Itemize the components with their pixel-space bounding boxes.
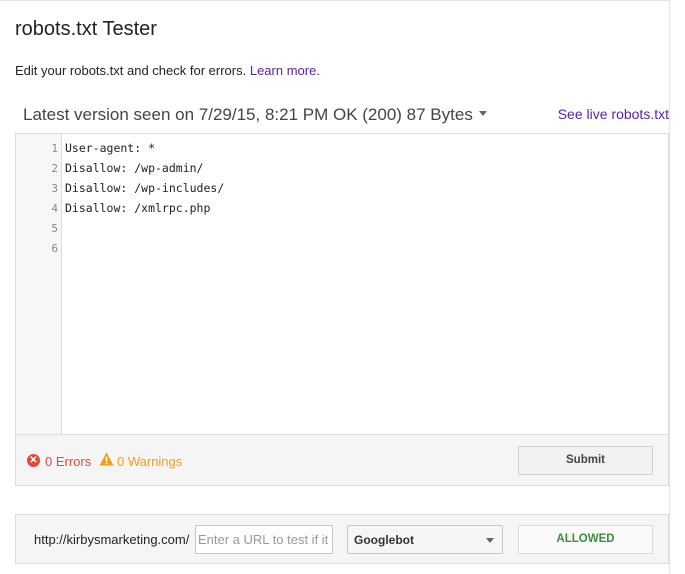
chevron-down-icon bbox=[478, 111, 487, 117]
intro-text: Edit your robots.txt and check for error… bbox=[15, 63, 320, 78]
page-title: robots.txt Tester bbox=[15, 18, 157, 40]
warnings-count[interactable]: 0 Warnings bbox=[117, 454, 182, 469]
line-number: 3 bbox=[51, 182, 58, 195]
test-url-input[interactable] bbox=[195, 525, 333, 554]
status-bar: ✕ 0 Errors 0 Warnings Submit bbox=[15, 434, 669, 486]
error-icon: ✕ bbox=[27, 454, 40, 467]
user-agent-value: Googlebot bbox=[354, 533, 414, 547]
code-line[interactable]: Disallow: /wp-includes/ bbox=[65, 181, 224, 195]
code-line[interactable]: User-agent: * bbox=[65, 141, 155, 155]
code-line[interactable]: Disallow: /xmlrpc.php bbox=[65, 201, 210, 215]
user-agent-select[interactable]: Googlebot bbox=[347, 525, 503, 554]
test-result-button[interactable]: ALLOWED bbox=[518, 525, 653, 554]
line-number: 2 bbox=[51, 162, 58, 175]
version-dropdown[interactable]: Latest version seen on 7/29/15, 8:21 PM … bbox=[23, 105, 487, 125]
line-number: 1 bbox=[51, 142, 58, 155]
intro-description: Edit your robots.txt and check for error… bbox=[15, 63, 247, 78]
line-number-gutter: 1 2 3 4 5 6 bbox=[16, 134, 62, 434]
version-label: Latest version seen on 7/29/15, 8:21 PM … bbox=[23, 105, 473, 124]
errors-count[interactable]: 0 Errors bbox=[45, 454, 91, 469]
line-number: 4 bbox=[51, 202, 58, 215]
chevron-down-icon bbox=[486, 538, 494, 543]
url-prefix: http://kirbysmarketing.com/ bbox=[34, 532, 190, 547]
warning-icon bbox=[99, 452, 114, 466]
code-line[interactable]: Disallow: /wp-admin/ bbox=[65, 161, 203, 175]
see-live-robots-link[interactable]: See live robots.txt bbox=[558, 106, 669, 122]
frame-right-border bbox=[669, 0, 670, 574]
frame-top-border bbox=[0, 0, 669, 1]
robots-editor[interactable]: 1 2 3 4 5 6 User-agent: * Disallow: /wp-… bbox=[15, 133, 669, 434]
learn-more-link[interactable]: Learn more. bbox=[250, 63, 320, 78]
line-number: 5 bbox=[51, 222, 58, 235]
line-number: 6 bbox=[51, 242, 58, 255]
submit-button[interactable]: Submit bbox=[518, 446, 653, 475]
url-test-bar: http://kirbysmarketing.com/ Googlebot AL… bbox=[15, 514, 669, 564]
